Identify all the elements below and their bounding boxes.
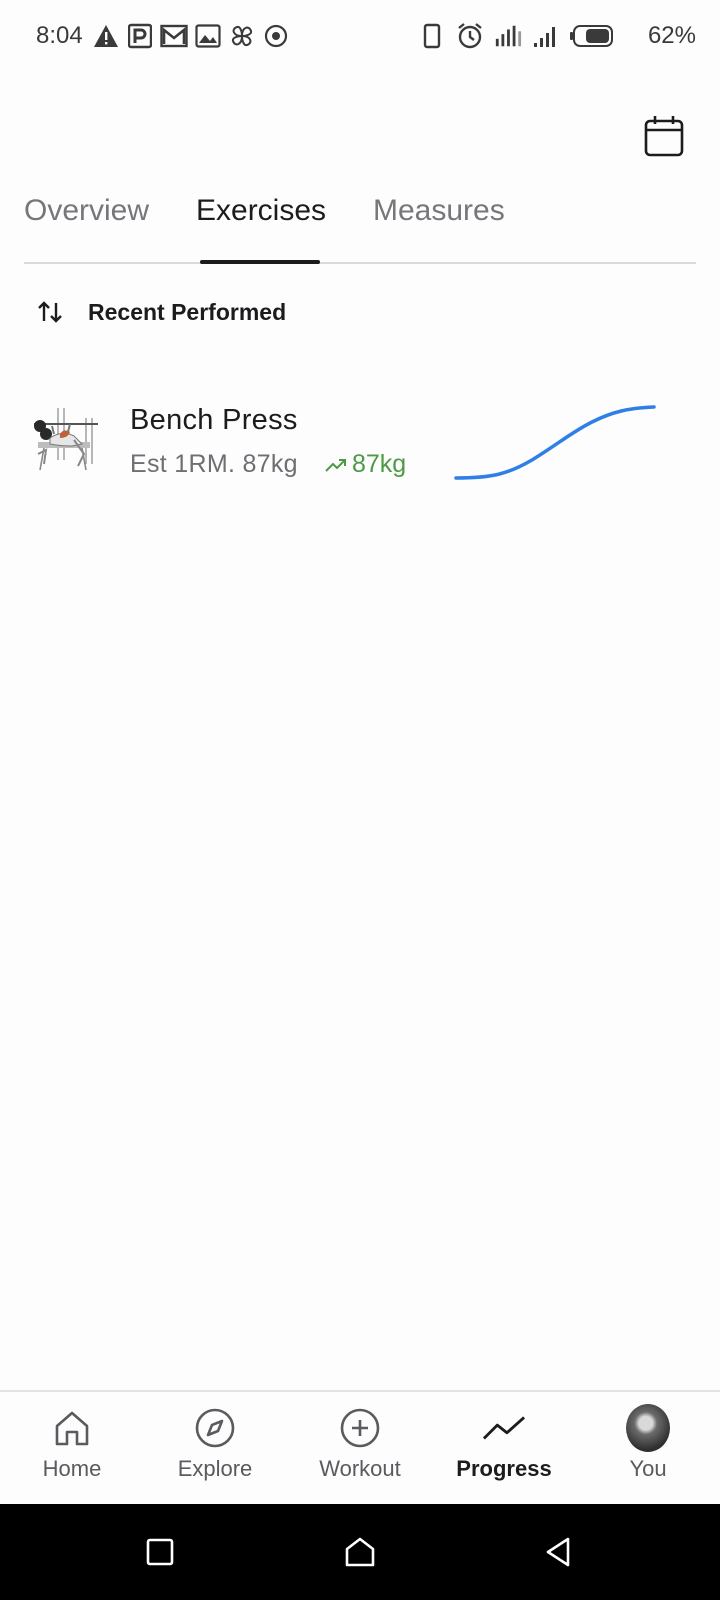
warning-icon bbox=[92, 22, 120, 50]
recents-button[interactable] bbox=[136, 1528, 184, 1576]
battery-percent: 62% bbox=[647, 22, 696, 49]
back-button[interactable] bbox=[534, 1528, 582, 1576]
exercise-name: Bench Press bbox=[130, 404, 298, 436]
nav-workout[interactable]: Workout bbox=[300, 1406, 420, 1496]
sort-arrows-icon bbox=[36, 298, 64, 326]
nav-workout-label: Workout bbox=[319, 1456, 401, 1481]
avatar bbox=[626, 1404, 670, 1452]
nav-progress-label: Progress bbox=[456, 1456, 552, 1481]
image-icon bbox=[194, 22, 222, 50]
exercise-trend: 87kg bbox=[324, 450, 406, 479]
exercise-list-item[interactable]: Bench Press Est 1RM. 87kg 87kg bbox=[0, 380, 720, 496]
target-icon bbox=[262, 22, 290, 50]
square-icon bbox=[146, 1538, 174, 1566]
compass-icon bbox=[193, 1406, 237, 1450]
bench-press-thumbnail bbox=[24, 404, 104, 476]
nav-explore[interactable]: Explore bbox=[155, 1406, 275, 1496]
system-navigation-bar bbox=[0, 1504, 720, 1600]
tab-exercises[interactable]: Exercises bbox=[196, 194, 326, 228]
home-icon bbox=[50, 1406, 94, 1450]
nav-progress[interactable]: Progress bbox=[444, 1406, 564, 1496]
bottom-navigation: Home Explore Workout Progress You bbox=[0, 1390, 720, 1504]
plus-circle-icon bbox=[338, 1406, 382, 1450]
progress-sparkline bbox=[454, 405, 656, 480]
system-home-button[interactable] bbox=[336, 1528, 384, 1576]
calendar-icon bbox=[644, 116, 684, 157]
nav-home-label: Home bbox=[42, 1456, 102, 1481]
home-outline-icon bbox=[345, 1537, 375, 1567]
nav-explore-label: Explore bbox=[177, 1456, 253, 1481]
progress-tabs: Overview Exercises Measures bbox=[24, 180, 696, 264]
tab-overview[interactable]: Overview bbox=[24, 194, 149, 228]
nav-you-label: You bbox=[629, 1456, 667, 1481]
calendar-button[interactable] bbox=[640, 112, 688, 160]
alarm-icon bbox=[456, 22, 484, 50]
back-triangle-icon bbox=[546, 1537, 570, 1567]
pinwheel-icon bbox=[228, 22, 256, 50]
nav-you[interactable]: You bbox=[588, 1404, 708, 1496]
signal-icon bbox=[532, 22, 560, 50]
active-tab-indicator bbox=[200, 260, 320, 264]
nav-home[interactable]: Home bbox=[12, 1406, 132, 1496]
battery-icon bbox=[570, 22, 616, 50]
exercise-estimate: Est 1RM. 87kg bbox=[130, 450, 298, 478]
trending-up-icon bbox=[324, 453, 348, 477]
trend-value: 87kg bbox=[352, 450, 407, 478]
sort-label: Recent Performed bbox=[88, 298, 287, 325]
parking-icon bbox=[126, 22, 154, 50]
status-time: 8:04 bbox=[36, 22, 83, 49]
gmail-icon bbox=[160, 22, 188, 50]
trending-line-icon bbox=[482, 1406, 526, 1450]
notification-icons bbox=[92, 20, 290, 52]
vibrate-icon bbox=[418, 22, 446, 50]
signal-icon bbox=[494, 22, 522, 50]
sort-selector[interactable]: Recent Performed bbox=[36, 292, 286, 332]
system-status-icons bbox=[418, 20, 616, 52]
status-bar: 8:04 62% bbox=[0, 0, 720, 72]
tab-measures[interactable]: Measures bbox=[373, 194, 505, 228]
